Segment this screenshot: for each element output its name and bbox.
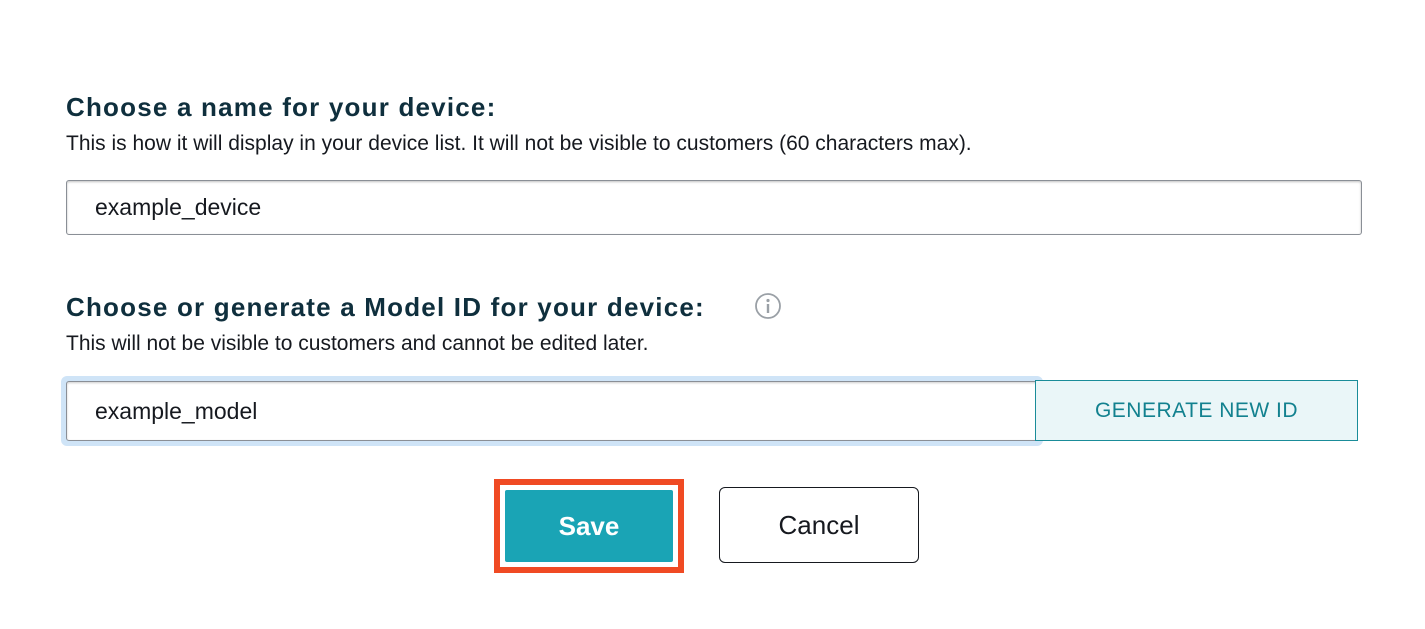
model-id-title: Choose or generate a Model ID for your d… bbox=[66, 292, 705, 322]
cancel-button[interactable]: Cancel bbox=[719, 487, 919, 563]
device-name-input[interactable] bbox=[66, 180, 1362, 235]
info-circle-icon[interactable] bbox=[754, 292, 782, 320]
device-name-title: Choose a name for your device: bbox=[66, 92, 497, 122]
save-button[interactable]: Save bbox=[505, 490, 673, 562]
model-id-description: This will not be visible to customers an… bbox=[66, 332, 649, 355]
device-name-description: This is how it will display in your devi… bbox=[66, 132, 972, 155]
model-id-input[interactable] bbox=[66, 381, 1038, 441]
generate-new-id-button[interactable]: GENERATE NEW ID bbox=[1035, 380, 1358, 441]
